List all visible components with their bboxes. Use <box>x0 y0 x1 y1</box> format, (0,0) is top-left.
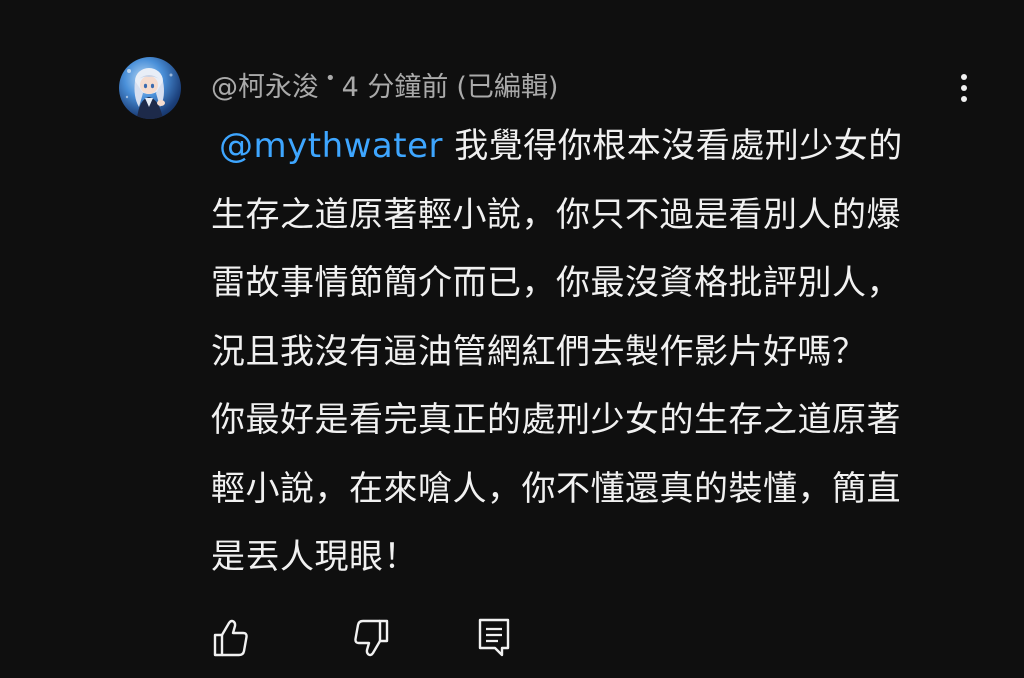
mention-link[interactable]: @mythwater <box>211 126 443 166</box>
comment-line-text: 我覺得你根本沒看處刑少女的 <box>443 126 903 166</box>
thumbs-up-icon <box>213 619 248 657</box>
comment-line: 生存之道原著輕小說，你只不過是看別人的爆 <box>211 194 901 235</box>
comment-line: 你最好是看完真正的處刑少女的生存之道原著 <box>211 400 901 440</box>
comment-time[interactable]: 4 分鐘前 <box>342 65 449 104</box>
more-options-button[interactable] <box>944 66 984 110</box>
comment-line: 是丟人現眼！ <box>211 537 418 577</box>
edited-label: (已編輯) <box>456 71 559 103</box>
dislike-button[interactable] <box>351 617 391 659</box>
reply-button[interactable] <box>474 617 514 659</box>
comment-body: @mythwater 我覺得你根本沒看處刑少女的 生存之道原著輕小說，你只不過是… <box>211 112 971 592</box>
avatar-image <box>125 68 173 119</box>
author-name[interactable]: @柯永浚 <box>211 65 319 104</box>
comment-line: @mythwater 我覺得你根本沒看處刑少女的 <box>211 112 971 181</box>
meta-separator: • <box>325 67 336 89</box>
comment-thread: @柯永浚 • 4 分鐘前 (已編輯) @mythwater 我覺得你根本沒看處刑… <box>0 0 1024 678</box>
comment-header: @柯永浚 • 4 分鐘前 (已編輯) <box>211 64 558 104</box>
thumbs-down-icon <box>354 619 389 657</box>
comment-line: 輕小說，在來嗆人，你不懂還真的裝懂，簡直 <box>211 468 901 509</box>
comment-line: 雷故事情節簡介而已，你最沒資格批評別人， <box>211 263 901 303</box>
comment-line: 況且我沒有逼油管網紅們去製作影片好嗎？ <box>211 331 867 372</box>
more-vertical-icon <box>961 74 967 102</box>
reply-comment-icon <box>478 618 510 657</box>
like-button[interactable] <box>211 617 251 659</box>
avatar[interactable] <box>119 57 181 119</box>
